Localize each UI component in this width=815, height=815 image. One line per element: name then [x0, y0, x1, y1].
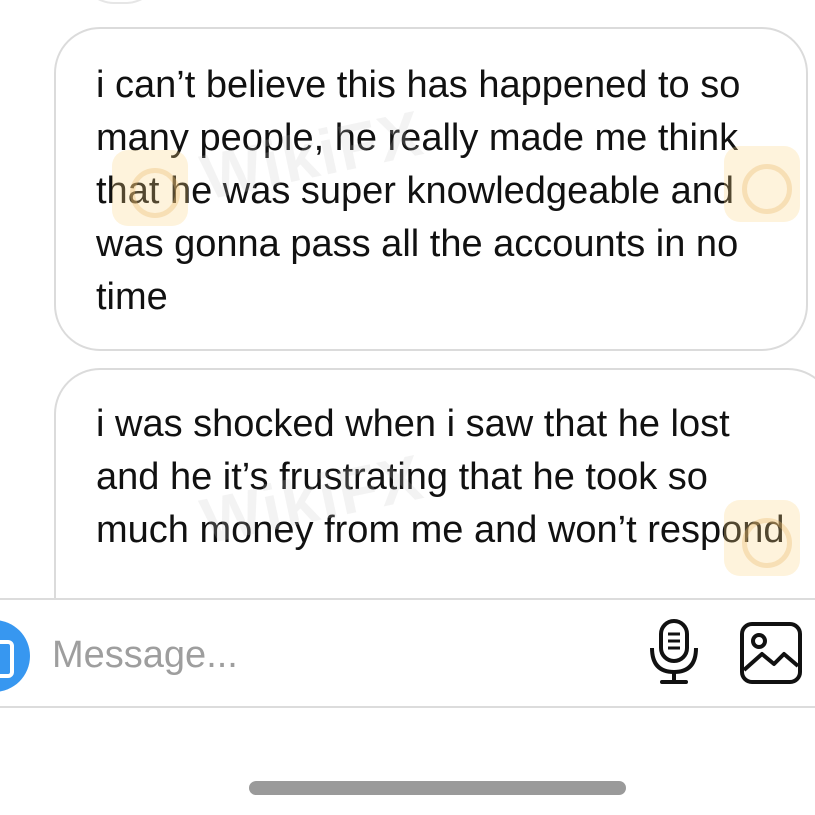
image-gallery-icon: [740, 622, 802, 684]
camera-button[interactable]: [0, 620, 30, 692]
microphone-button[interactable]: [646, 618, 702, 686]
chat-screen: i can’t believe this has happened to so …: [0, 0, 815, 815]
message-text-1: i can’t believe this has happened to so …: [96, 64, 741, 318]
microphone-icon: [650, 619, 698, 684]
previous-message-bubble-edge: [80, 0, 160, 4]
message-input[interactable]: [52, 630, 612, 680]
message-bubble-1[interactable]: i can’t believe this has happened to so …: [54, 27, 808, 351]
image-gallery-button[interactable]: [738, 620, 804, 686]
home-indicator[interactable]: [249, 781, 626, 795]
message-text-2: i was shocked when i saw that he lost an…: [96, 403, 785, 551]
message-bubble-2[interactable]: i was shocked when i saw that he lost an…: [54, 368, 815, 628]
